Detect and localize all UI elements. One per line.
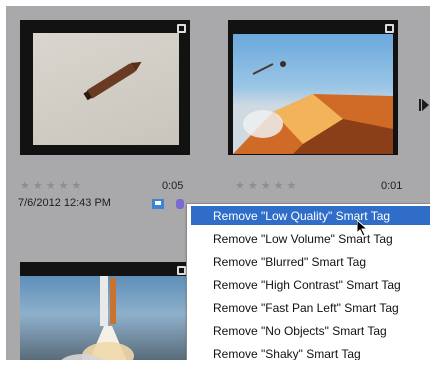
thumbnail-3[interactable]: [20, 262, 190, 360]
thumbnail-1[interactable]: [20, 20, 190, 155]
menu-item-remove-high-contrast[interactable]: Remove "High Contrast" Smart Tag: [213, 278, 401, 292]
smart-tag-icon[interactable]: [152, 199, 164, 209]
film-badge-icon: [385, 24, 394, 33]
thumbnail-2[interactable]: [228, 20, 398, 155]
duration-2: 0:01: [381, 180, 403, 192]
launch-graphic: [233, 61, 393, 154]
rating-stars-1[interactable]: ★★★★★: [20, 179, 84, 192]
smart-tag-context-menu: Remove "Low Quality" Smart Tag Remove "L…: [186, 203, 430, 360]
thumbnail-3-image: [20, 276, 190, 360]
film-badge-icon: [177, 24, 186, 33]
thumbnail-1-image: [33, 33, 179, 145]
duration-1: 0:05: [162, 180, 184, 192]
date-1: 7/6/2012 12:43 PM: [18, 197, 111, 209]
thumbnail-2-image: [233, 34, 393, 154]
shuttle-graphic: [61, 276, 134, 360]
booster-graphic: [83, 61, 142, 101]
menu-item-remove-blurred[interactable]: Remove "Blurred" Smart Tag: [213, 255, 366, 269]
rating-stars-2[interactable]: ★★★★★: [235, 179, 299, 192]
mouse-cursor-icon: [357, 220, 369, 236]
menu-item-remove-no-objects[interactable]: Remove "No Objects" Smart Tag: [213, 324, 387, 338]
media-browser: ★★★★★ 0:05 7/6/2012 12:43 PM ★★★★★ 0:01 …: [6, 6, 430, 360]
menu-item-remove-fast-pan-left[interactable]: Remove "Fast Pan Left" Smart Tag: [213, 301, 399, 315]
tag-indicator-icon: [176, 199, 184, 209]
menu-item-remove-shaky[interactable]: Remove "Shaky" Smart Tag: [213, 347, 361, 360]
film-badge-icon: [177, 266, 186, 275]
next-arrow-icon[interactable]: [419, 99, 429, 111]
